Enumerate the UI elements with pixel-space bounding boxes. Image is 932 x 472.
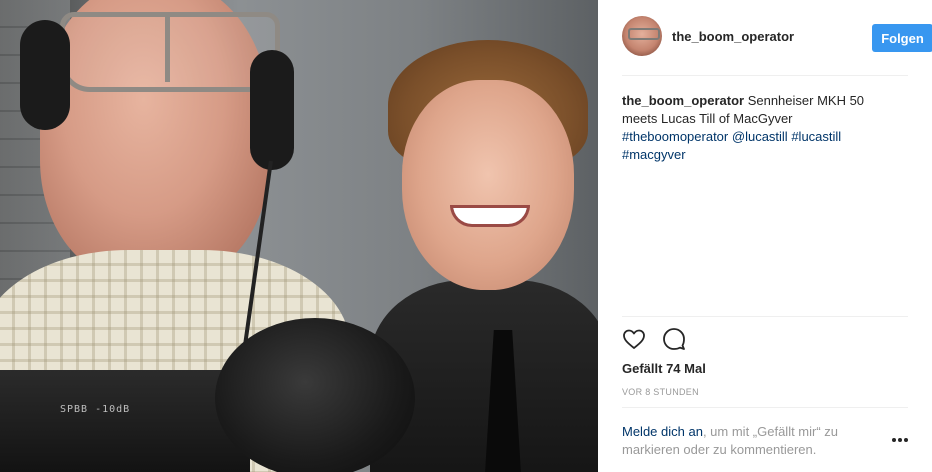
photo-camera-body	[0, 370, 250, 472]
photo-headphone-right	[250, 50, 294, 170]
caption-username[interactable]: the_boom_operator	[622, 93, 744, 108]
login-prompt: Melde dich an, um mit „Gefällt mir“ zu m…	[622, 423, 872, 459]
photo-camera-text: SPBB -10dB	[60, 404, 131, 415]
comment-icon[interactable]	[662, 327, 686, 351]
header-username[interactable]: the_boom_operator	[672, 29, 794, 44]
post-sidebar: the_boom_operator Folgen the_boom_operat…	[598, 0, 932, 472]
hashtag-link[interactable]: #lucastill	[791, 129, 841, 144]
likes-count[interactable]: Gefällt 74 Mal	[622, 361, 706, 376]
photo-young-man-face	[402, 80, 574, 290]
hashtag-link[interactable]: #theboomoperator	[622, 129, 728, 144]
photo-smile	[450, 205, 530, 227]
photo-headphone-left	[20, 20, 70, 130]
more-options-icon[interactable]	[892, 438, 910, 448]
follow-button[interactable]: Folgen	[872, 24, 932, 52]
divider-bottom	[622, 407, 908, 408]
hashtag-link[interactable]: #macgyver	[622, 147, 686, 162]
divider-top	[622, 75, 908, 76]
avatar[interactable]	[622, 16, 662, 56]
post-header: the_boom_operator Folgen	[622, 16, 932, 60]
post-caption: the_boom_operator Sennheiser MKH 50 meet…	[622, 92, 892, 164]
divider-actions	[622, 316, 908, 317]
mention-link[interactable]: @lucastill	[732, 129, 788, 144]
photo-glasses	[60, 12, 280, 92]
photo-microphone	[215, 318, 415, 472]
login-link[interactable]: Melde dich an	[622, 424, 703, 439]
post-photo[interactable]: SPBB -10dB	[0, 0, 598, 472]
heart-icon[interactable]	[622, 327, 646, 351]
post-timestamp: VOR 8 STUNDEN	[622, 387, 699, 397]
